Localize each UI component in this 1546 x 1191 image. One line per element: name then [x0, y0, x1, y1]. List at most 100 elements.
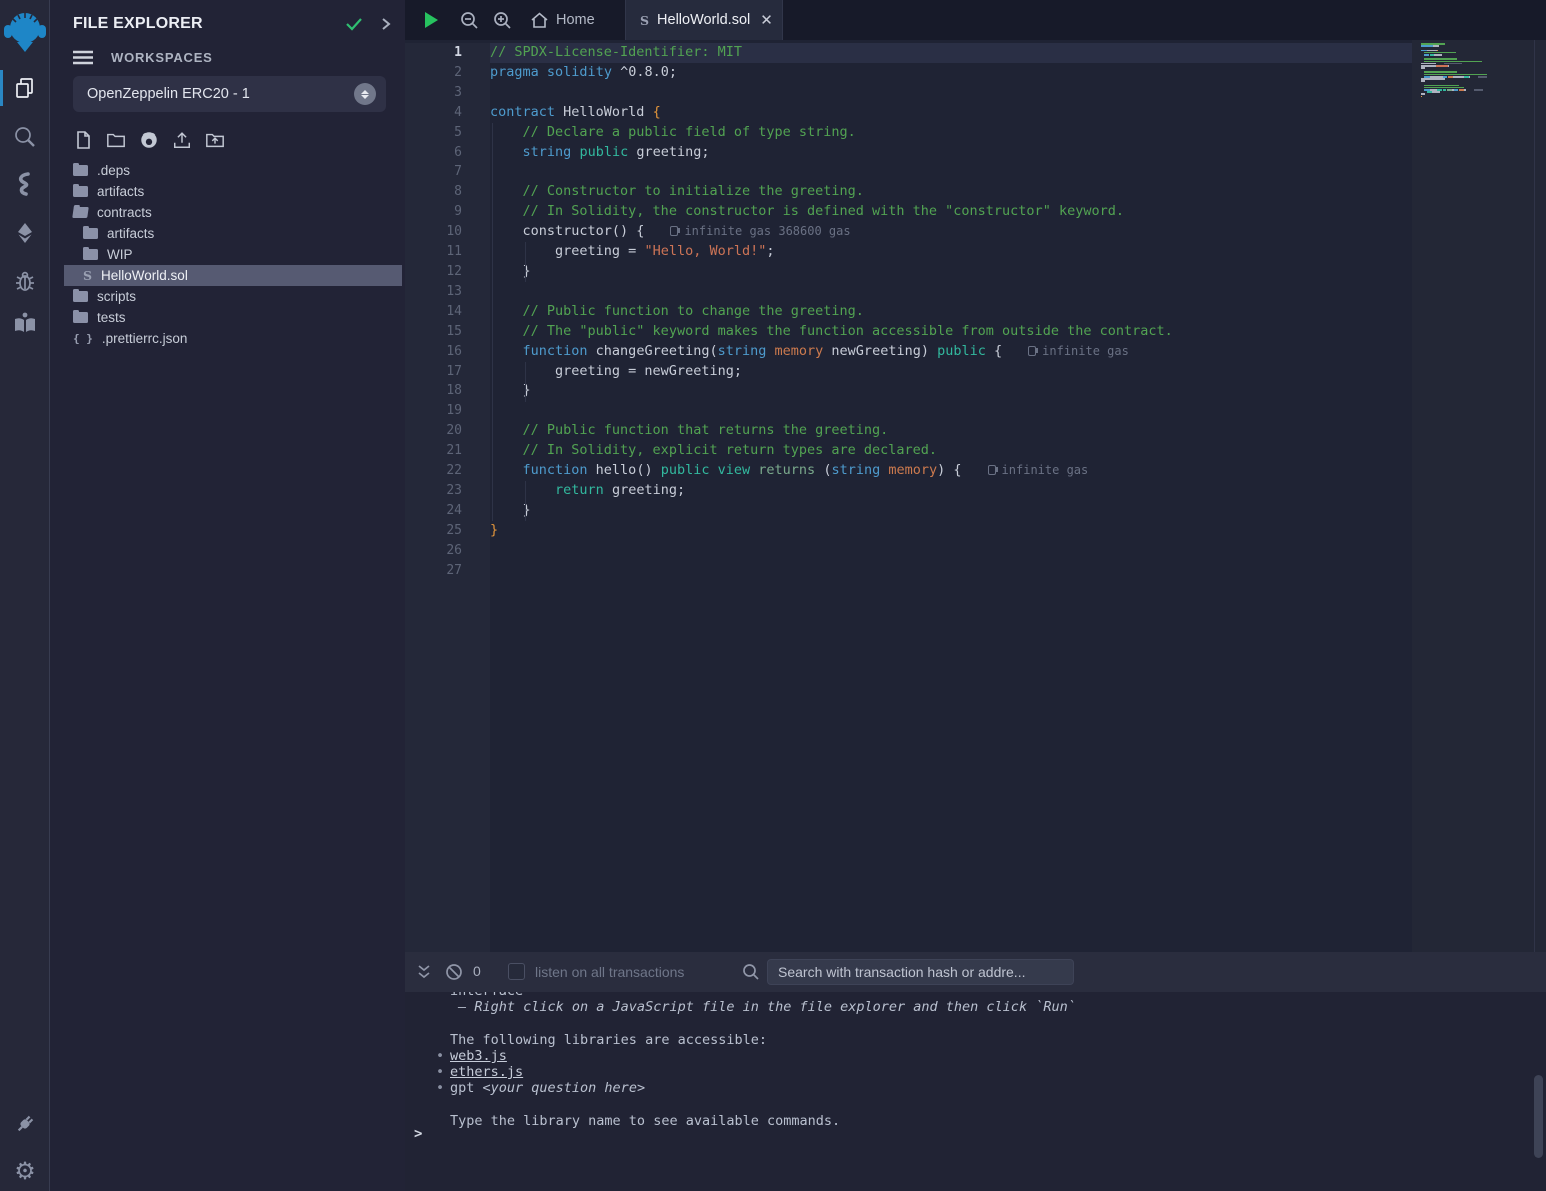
clone-git-repository-icon[interactable]	[139, 130, 159, 150]
workspaces-menu-icon[interactable]	[73, 50, 93, 65]
tree-item-label: tests	[97, 310, 126, 325]
new-folder-icon[interactable]	[106, 130, 126, 150]
code-line[interactable]: // The "public" keyword makes the functi…	[490, 322, 1412, 342]
tree-item-label: HelloWorld.sol	[101, 268, 188, 283]
indent-guide	[525, 481, 526, 521]
code-line[interactable]: greeting = "Hello, World!";	[490, 242, 1412, 262]
rail-item-search[interactable]	[0, 117, 50, 157]
code-line[interactable]	[490, 541, 1412, 561]
workspace-switch-icon[interactable]	[354, 83, 376, 105]
rail-item-learneth[interactable]	[0, 303, 50, 343]
new-file-icon[interactable]	[73, 130, 93, 150]
line-number: 2	[405, 63, 490, 83]
line-number: 4	[405, 103, 490, 123]
tree-item-contracts[interactable]: contracts	[51, 202, 405, 223]
tree-item-label: WIP	[107, 247, 133, 262]
code-line[interactable]: return greeting;	[490, 481, 1412, 501]
zoom-out-icon[interactable]	[457, 8, 481, 32]
workspace-select[interactable]: OpenZeppelin ERC20 - 1	[73, 76, 386, 112]
terminal-line: interface	[450, 992, 1524, 999]
tree-item-tests[interactable]: tests	[51, 307, 405, 328]
tree-item-scripts[interactable]: scripts	[51, 286, 405, 307]
rail-item-settings[interactable]: ⚙	[0, 1152, 50, 1191]
code-content: // SPDX-License-Identifier: MITpragma so…	[490, 43, 1412, 580]
collapse-terminal-icon[interactable]	[413, 961, 435, 983]
line-number: 1	[405, 43, 490, 63]
code-line[interactable]: }	[490, 262, 1412, 282]
line-number: 15	[405, 322, 490, 342]
clear-console-icon[interactable]	[443, 961, 465, 983]
code-line[interactable]	[490, 83, 1412, 103]
remix-ide-window: ⚙ FILE EXPLORER WORKSPACES OpenZeppelin …	[0, 0, 1546, 1191]
terminal-link[interactable]: web3.js	[450, 1048, 507, 1064]
terminal-prompt[interactable]: >	[414, 1126, 422, 1142]
code-line[interactable]	[490, 282, 1412, 302]
close-tab-icon[interactable]: ✕	[760, 11, 773, 29]
code-line[interactable]: contract HelloWorld {	[490, 103, 1412, 123]
indent-guide	[525, 362, 526, 402]
code-line[interactable]	[490, 401, 1412, 421]
code-line[interactable]: }	[490, 381, 1412, 401]
tree-item-artifacts[interactable]: artifacts	[51, 181, 405, 202]
tree-item--deps[interactable]: .deps	[51, 160, 405, 181]
terminal-scrollbar-thumb[interactable]	[1534, 1075, 1543, 1158]
rail-item-plugin-manager[interactable]	[0, 1104, 50, 1144]
tab-helloworld-sol[interactable]: S HelloWorld.sol ✕	[625, 0, 783, 40]
code-line[interactable]: string public greeting;	[490, 143, 1412, 163]
folder-icon	[83, 228, 98, 239]
check-icon[interactable]	[345, 17, 363, 31]
transaction-count: 0	[473, 963, 481, 979]
tab-home[interactable]: Home	[517, 0, 609, 40]
folder-icon	[73, 291, 88, 302]
code-line[interactable]	[490, 561, 1412, 581]
tree-item-wip[interactable]: WIP	[51, 244, 405, 265]
collapse-panel-chevron-icon[interactable]	[381, 17, 391, 31]
code-line[interactable]: function hello() public view returns (st…	[490, 461, 1412, 481]
code-line[interactable]: // In Solidity, explicit return types ar…	[490, 441, 1412, 461]
line-number: 23	[405, 481, 490, 501]
code-line[interactable]: greeting = newGreeting;	[490, 362, 1412, 382]
line-number: 9	[405, 202, 490, 222]
code-line[interactable]: // In Solidity, the constructor is defin…	[490, 202, 1412, 222]
code-line[interactable]: pragma solidity ^0.8.0;	[490, 63, 1412, 83]
tree-item-artifacts[interactable]: artifacts	[51, 223, 405, 244]
code-line[interactable]: }	[490, 521, 1412, 541]
tree-item-label: .prettierrc.json	[102, 331, 188, 346]
line-number: 26	[405, 541, 490, 561]
folder-icon	[73, 186, 88, 197]
code-line[interactable]: // Public function to change the greetin…	[490, 302, 1412, 322]
rail-item-deploy-and-run[interactable]	[0, 213, 50, 253]
code-line[interactable]: function changeGreeting(string memory ne…	[490, 342, 1412, 362]
code-line[interactable]: }	[490, 501, 1412, 521]
terminal-output[interactable]: interface – Right click on a JavaScript …	[405, 992, 1524, 1191]
upload-files-icon[interactable]	[172, 130, 192, 150]
terminal-link[interactable]: ethers.js	[450, 1064, 523, 1080]
rail-item-solidity-compiler[interactable]	[0, 164, 50, 204]
folder-open-icon	[72, 207, 89, 218]
line-number: 5	[405, 123, 490, 143]
transaction-search-input[interactable]	[767, 959, 1074, 985]
code-line[interactable]: constructor() {infinite gas 368600 gas	[490, 222, 1412, 242]
rail-item-debugger[interactable]	[0, 261, 50, 301]
line-number: 22	[405, 461, 490, 481]
code-line[interactable]: // Declare a public field of type string…	[490, 123, 1412, 143]
zoom-in-icon[interactable]	[490, 8, 514, 32]
terminal-line: – Right click on a JavaScript file in th…	[450, 999, 1524, 1015]
tree-item--prettierrc-json[interactable]: { }.prettierrc.json	[51, 328, 405, 349]
main-area: Home S HelloWorld.sol ✕ 1234567891011121…	[405, 0, 1546, 1191]
code-line[interactable]: // Constructor to initialize the greetin…	[490, 182, 1412, 202]
upload-folder-icon[interactable]	[205, 130, 225, 150]
run-script-button[interactable]	[419, 8, 443, 32]
code-line[interactable]: // Public function that returns the gree…	[490, 421, 1412, 441]
code-line[interactable]: // SPDX-License-Identifier: MIT	[490, 43, 1412, 63]
line-number: 14	[405, 302, 490, 322]
line-number: 7	[405, 162, 490, 182]
code-line[interactable]	[490, 162, 1412, 182]
minimap[interactable]	[1421, 43, 1521, 102]
listen-transactions-checkbox[interactable]	[508, 963, 525, 980]
code-editor[interactable]: 1234567891011121314151617181920212223242…	[405, 40, 1546, 952]
remix-logo[interactable]	[2, 6, 48, 56]
tree-item-helloworld-sol[interactable]: SHelloWorld.sol	[64, 265, 402, 286]
rail-item-file-explorer[interactable]	[0, 68, 50, 108]
terminal-line: •gpt <your question here>	[450, 1080, 1524, 1096]
